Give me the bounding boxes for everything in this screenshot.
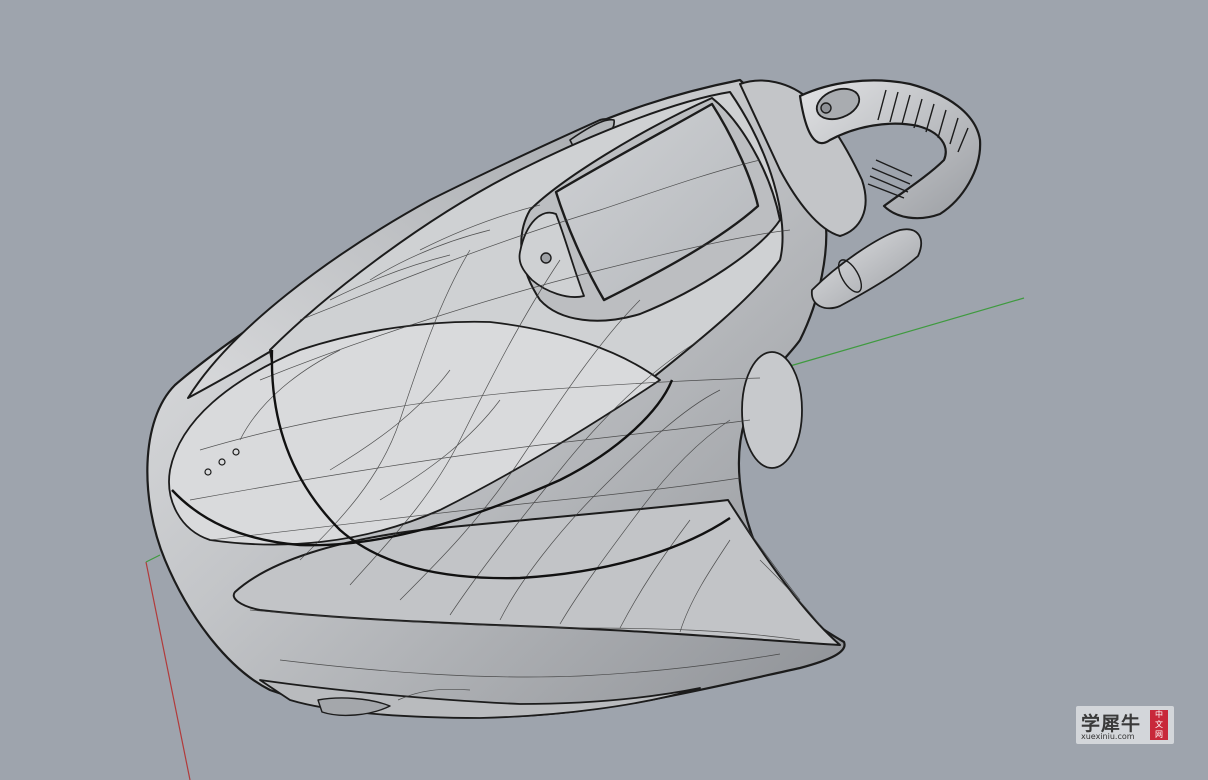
button-screw xyxy=(540,252,552,264)
site-watermark: 学犀牛 xuexiniu.com 中 文 网 xyxy=(1076,706,1174,744)
perspective-viewport[interactable]: 学犀牛 xuexiniu.com 中 文 网 xyxy=(0,0,1208,780)
watermark-site: xuexiniu.com xyxy=(1081,732,1135,741)
product-model[interactable] xyxy=(146,78,982,719)
rear-dome xyxy=(741,351,803,469)
grip-cap-screw xyxy=(820,102,832,114)
seal-char: 中 xyxy=(1155,710,1163,719)
seal-char: 网 xyxy=(1155,730,1163,739)
seal-char: 文 xyxy=(1155,720,1163,729)
nozzle-cylinder xyxy=(811,228,922,310)
model-canvas[interactable] xyxy=(0,0,1208,780)
z-axis-stub xyxy=(145,554,161,563)
watermark-seal: 中 文 网 xyxy=(1150,710,1168,740)
